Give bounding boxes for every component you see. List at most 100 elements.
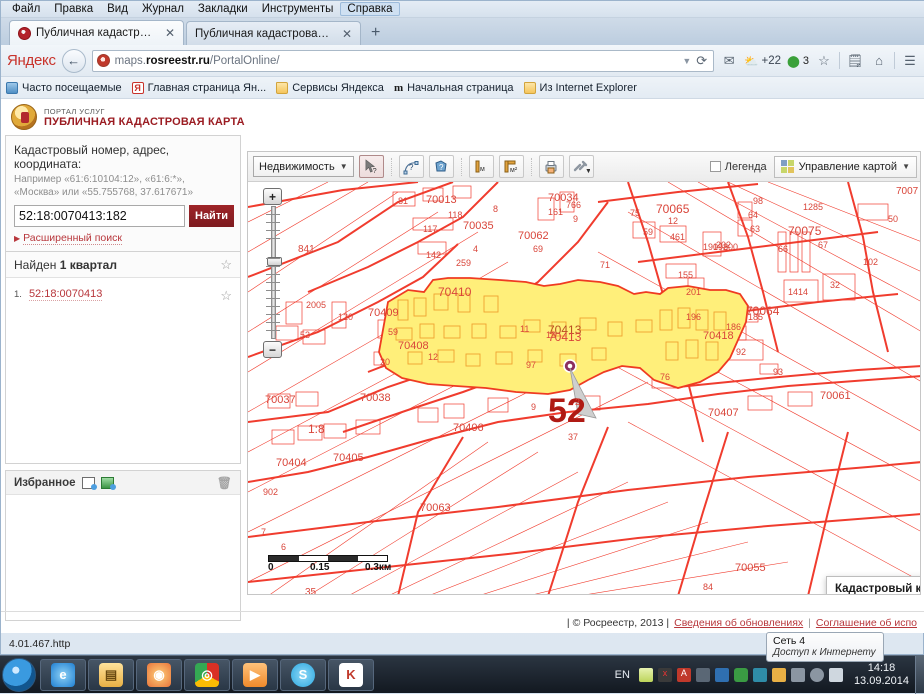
excel-import-icon[interactable] — [100, 476, 116, 490]
favorite-star-icon[interactable]: ☆ — [220, 257, 232, 273]
taskbar-item-firefox[interactable]: ◉ — [136, 658, 182, 691]
m-icon: m — [393, 81, 404, 94]
bookmark-yandex-services[interactable]: Сервисы Яндекса — [276, 81, 384, 94]
taskbar-item-kaspersky[interactable]: K — [328, 658, 374, 691]
action-center-icon[interactable] — [828, 667, 843, 682]
measure-length-tool[interactable]: м — [468, 155, 494, 178]
download-count: 3 — [802, 54, 809, 67]
trash-icon[interactable]: 🗑 — [217, 476, 232, 490]
tray-icon-printer[interactable] — [695, 667, 710, 682]
bookmark-from-ie[interactable]: Из Internet Explorer — [523, 81, 637, 94]
favorite-star-icon[interactable]: ☆ — [220, 288, 232, 304]
mail-icon[interactable]: ✉ — [720, 51, 738, 71]
bookmark-label: Начальная страница — [407, 81, 514, 94]
page-title: ПУБЛИЧНАЯ КАДАСТРОВАЯ КАРТА — [44, 115, 245, 128]
show-desktop-button[interactable] — [915, 655, 924, 694]
network-icon[interactable] — [790, 667, 805, 682]
reading-list-icon[interactable]: 🗒 — [846, 51, 864, 71]
url-bar[interactable]: maps.rosreestr.ru/PortalOnline/ ▼ ⟳ — [91, 49, 715, 72]
new-tab-button[interactable]: + — [363, 24, 388, 45]
list-item-link[interactable]: 52:18:0070413 — [28, 288, 103, 301]
tray-icon-shield[interactable] — [733, 667, 748, 682]
tray-icon-device[interactable] — [714, 667, 729, 682]
volume-icon[interactable] — [809, 667, 824, 682]
tray-icon-note[interactable] — [638, 667, 653, 682]
tab-favicon-icon — [18, 26, 31, 40]
bookmark-label: Сервисы Яндекса — [292, 81, 384, 94]
polyline-question-icon: ? — [403, 160, 419, 174]
measure-area-tool[interactable]: м² — [498, 155, 524, 178]
tab-1[interactable]: Публичная кадастровая карта ✕ — [186, 21, 361, 45]
back-button[interactable]: ← — [61, 48, 86, 73]
menu-item-file[interactable]: Файл — [5, 2, 47, 16]
zoom-control[interactable]: + − — [263, 188, 285, 358]
printer-icon — [545, 160, 557, 173]
chevron-down-icon[interactable]: ▼ — [682, 56, 691, 66]
menu-item-help[interactable]: Справка — [340, 2, 400, 16]
polygon-query-tool[interactable]: ? — [428, 155, 454, 178]
tab-0[interactable]: Публичная кадастровая к... ✕ — [9, 20, 184, 45]
search-input[interactable] — [14, 205, 185, 227]
network-tooltip: Сеть 4 Доступ к Интернету — [766, 632, 884, 662]
updates-link[interactable]: Сведения об обновлениях — [674, 617, 803, 629]
home-icon[interactable]: ⌂ — [870, 51, 888, 71]
tray-icon-sync[interactable] — [752, 667, 767, 682]
system-tray: EN x A 14:18 13.09.2014 — [615, 662, 915, 688]
toolbar-separator — [460, 157, 462, 176]
select-info-tool[interactable]: ? — [358, 155, 384, 178]
menu-item-tools[interactable]: Инструменты — [255, 2, 341, 16]
start-button[interactable] — [2, 657, 36, 692]
download-icon: ⬤ — [787, 55, 800, 68]
results-list: 1. 52:18:0070413 ☆ — [6, 278, 240, 463]
map-canvas[interactable]: 70413 52 70013 70034 70035 70065 70062 70075 7… — [248, 182, 920, 594]
site-footer: | © Росреестр, 2013 | Сведения об обновл… — [1, 611, 924, 633]
taskbar-item-media-player[interactable]: ▶ — [232, 658, 278, 691]
footer-links: | © Росреестр, 2013 | Сведения об обновл… — [567, 617, 917, 629]
taskbar-item-skype[interactable]: S — [280, 658, 326, 691]
tab-close-icon[interactable]: ✕ — [165, 26, 175, 40]
tray-icon-update[interactable] — [771, 667, 786, 682]
bookmark-frequent[interactable]: Часто посещаемые — [6, 81, 122, 94]
menu-item-bookmarks[interactable]: Закладки — [191, 2, 255, 16]
legend-checkbox[interactable]: Легенда — [709, 161, 767, 173]
menu-item-history[interactable]: Журнал — [135, 2, 191, 16]
agreement-link[interactable]: Соглашение об испо — [816, 617, 917, 629]
bookmark-star-icon[interactable]: ☆ — [815, 51, 833, 71]
yandex-icon: Я — [131, 81, 144, 94]
menu-item-view[interactable]: Вид — [100, 2, 135, 16]
zoom-in-button[interactable]: + — [263, 188, 282, 205]
favorites-panel: Избранное 🗑 — [5, 470, 241, 621]
downloads-widget[interactable]: ⬤ 3 — [787, 54, 809, 68]
zoom-out-button[interactable]: − — [263, 341, 282, 358]
list-item[interactable]: 1. 52:18:0070413 ☆ — [14, 288, 232, 304]
permalink-tool[interactable]: ▼ — [568, 155, 594, 178]
tray-icon-adobe-reader[interactable]: A — [676, 667, 691, 682]
print-tool[interactable] — [538, 155, 564, 178]
bookmark-yandex-home[interactable]: Я Главная страница Ян... — [131, 81, 266, 94]
taskbar-item-internet-explorer[interactable]: e — [40, 658, 86, 691]
taskbar-item-explorer[interactable]: ▤ — [88, 658, 134, 691]
zoom-slider-track[interactable] — [267, 206, 282, 339]
advanced-search-link[interactable]: ▶ Расширенный поиск — [14, 232, 232, 245]
clock[interactable]: 14:18 13.09.2014 — [854, 662, 909, 688]
site-header: Портал услуг ПУБЛИЧНАЯ КАДАСТРОВАЯ КАРТА — [1, 99, 924, 131]
taskbar-item-chrome[interactable]: ◎ — [184, 658, 230, 691]
clock-time: 14:18 — [867, 661, 896, 674]
layer-select[interactable]: Недвижимость ▼ — [253, 156, 354, 177]
sidebar: Кадастровый номер, адрес, координата: На… — [5, 135, 241, 621]
weather-widget[interactable]: ⛅ +22 — [744, 54, 781, 68]
find-button[interactable]: Найти — [189, 205, 234, 227]
bookmark-start-page[interactable]: m Начальная страница — [394, 82, 514, 94]
polyline-query-tool[interactable]: ? — [398, 155, 424, 178]
tab-close-icon[interactable]: ✕ — [342, 27, 352, 41]
language-indicator[interactable]: EN — [615, 669, 630, 681]
tray-icon-antivirus[interactable]: x — [657, 667, 672, 682]
excel-export-icon[interactable] — [81, 476, 97, 490]
scale-tick-0: 0 — [268, 562, 274, 573]
menu-hamburger-icon[interactable]: ☰ — [901, 51, 919, 71]
menu-item-edit[interactable]: Правка — [47, 2, 100, 16]
cadastral-map-svg: 70413 52 — [248, 182, 920, 594]
weather-temp: +22 — [761, 54, 781, 67]
map-control-button[interactable]: Управление картой ▼ — [773, 155, 917, 178]
reload-icon[interactable]: ⟳ — [696, 53, 709, 69]
